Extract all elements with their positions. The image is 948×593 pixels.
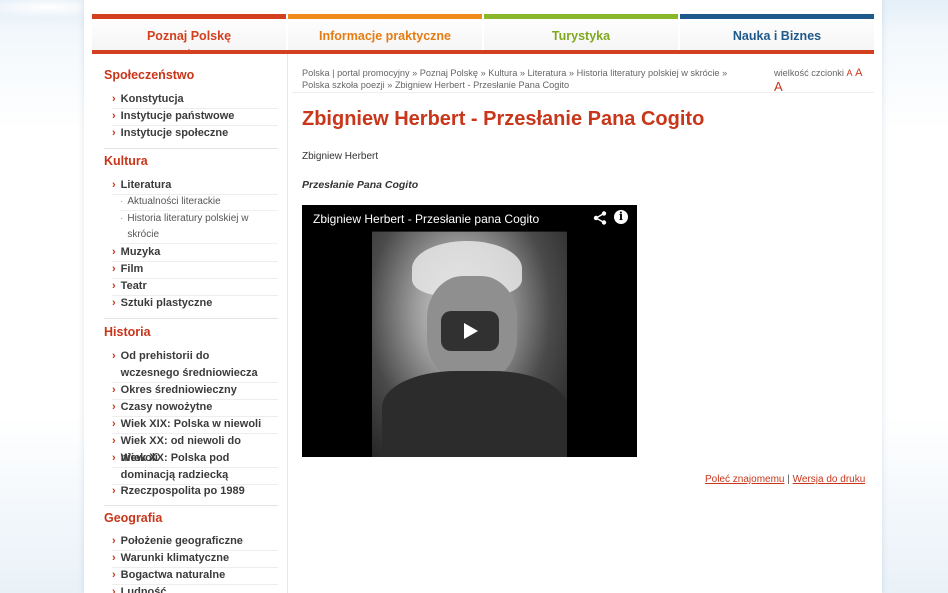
chevron-right-icon: › [112,586,116,593]
font-size-small-button[interactable]: A [847,68,853,78]
sidebar-item-konstytucja[interactable]: › Konstytucja [112,91,278,109]
chevron-right-icon: › [112,127,116,139]
chevron-right-icon: › [112,110,116,122]
sidebar-item-muzyka[interactable]: › Muzyka [112,244,278,262]
nav-tab-label: Turystyka [551,29,611,43]
video-player[interactable]: Zbigniew Herbert - Przesłanie pana Cogit… [302,205,637,457]
page-container: Poznaj Polskę Informacje praktyczne Tury… [84,0,882,593]
sidebar-item-ludnosc[interactable]: › Ludność [112,584,278,593]
sidebar-item-instytucje-panstwowe[interactable]: › Instytucje państwowe [112,108,278,126]
share-icon[interactable] [593,211,607,225]
sidebar-section-geografia[interactable]: Geografia [104,511,162,525]
chevron-right-icon: › [112,280,116,292]
chevron-right-icon: › [112,179,116,191]
chevron-right-icon: › [112,485,116,497]
breadcrumb[interactable]: Polska | portal promocyjny » Poznaj Pols… [302,67,742,91]
play-button[interactable] [441,311,499,351]
chevron-right-icon: › [112,569,116,581]
sidebar-divider [104,318,278,319]
nav-tab-label: Informacje praktyczne [319,29,451,43]
sidebar-item-polozenie-geograficzne[interactable]: › Położenie geograficzne [112,533,278,551]
print-version-link[interactable]: Wersja do druku [793,474,866,485]
chevron-right-icon: › [112,418,116,430]
chevron-right-icon: › [112,552,116,564]
sidebar-item-od-prehistorii[interactable]: › Od prehistorii do wczesnego średniowiec… [112,348,278,383]
font-size-label: wielkość czcionki [774,68,844,78]
chevron-right-icon: › [112,93,116,105]
poem-title: Przesłanie Pana Cogito [302,179,419,191]
chevron-right-icon: › [112,435,116,447]
sidebar-item-okres-sredniowieczny[interactable]: › Okres średniowieczny [112,382,278,400]
chevron-right-icon: › [112,297,116,309]
info-icon[interactable]: i [614,210,628,224]
chevron-right-icon: › [112,535,116,547]
chevron-right-icon: › [112,246,116,258]
sidebar-subitem-aktualnosci-literackie[interactable]: · Aktualności literackie [120,194,278,211]
sidebar-section-spoleczenstwo[interactable]: Społeczeństwo [104,68,194,82]
play-icon [464,323,478,339]
article-links: Poleć znajomemu | Wersja do druku [705,474,865,485]
sidebar-divider [104,505,278,506]
chevron-right-icon: › [112,452,116,464]
chevron-right-icon: › [112,263,116,275]
chevron-right-icon: › [112,350,116,362]
sidebar-item-rzeczpospolita-po-1989[interactable]: › Rzeczpospolita po 1989 [112,483,278,500]
sidebar-section-historia[interactable]: Historia [104,325,151,339]
nav-tab-label: Poznaj Polskę [146,29,232,43]
nav-tab-label: Nauka i Biznes [732,29,822,43]
nav-tab-nauka-i-biznes[interactable]: Nauka i Biznes [680,14,874,54]
font-size-medium-button[interactable]: A [855,67,862,79]
article-author: Zbigniew Herbert [302,151,379,162]
sidebar: Społeczeństwo › Konstytucja › Instytucje p… [92,54,288,593]
sidebar-item-instytucje-spoleczne[interactable]: › Instytucje społeczne [112,125,278,142]
main-navigation: Poznaj Polskę Informacje praktyczne Tury… [92,14,874,54]
sidebar-subitem-historia-literatury[interactable]: · Historia literatury polskiej w skrócie [120,211,278,244]
sidebar-section-kultura[interactable]: Kultura [104,154,148,168]
sidebar-item-bogactwa-naturalne[interactable]: › Bogactwa naturalne [112,567,278,585]
sidebar-item-film[interactable]: › Film [112,261,278,279]
sidebar-divider [104,148,278,149]
sidebar-item-sztuki-plastyczne[interactable]: › Sztuki plastyczne [112,295,278,312]
recommend-link[interactable]: Poleć znajomemu [705,474,784,485]
content-divider [292,92,874,93]
sidebar-item-warunki-klimatyczne[interactable]: › Warunki klimatyczne [112,550,278,568]
nav-tab-poznaj-polske[interactable]: Poznaj Polskę [92,14,286,54]
sidebar-item-literatura[interactable]: › Literatura [112,177,278,195]
links-separator: | [787,474,790,485]
sidebar-item-wiek-xx-dominacja[interactable]: › Wiek XX: Polska pod dominacją radziecką [112,450,278,485]
sidebar-item-teatr[interactable]: › Teatr [112,278,278,296]
font-size-switcher: wielkość czcionki A A A [774,67,874,93]
page-title: Zbigniew Herbert - Przesłanie Pana Cogit… [302,108,705,130]
chevron-right-icon: › [112,384,116,396]
chevron-right-icon: › [112,401,116,413]
nav-tab-informacje-praktyczne[interactable]: Informacje praktyczne [288,14,482,54]
video-title[interactable]: Zbigniew Herbert - Przesłanie pana Cogit… [313,212,539,226]
sidebar-item-wiek-xix[interactable]: › Wiek XIX: Polska w niewoli [112,416,278,434]
nav-tab-turystyka[interactable]: Turystyka [484,14,678,54]
sidebar-item-czasy-nowozytne[interactable]: › Czasy nowożytne [112,399,278,417]
